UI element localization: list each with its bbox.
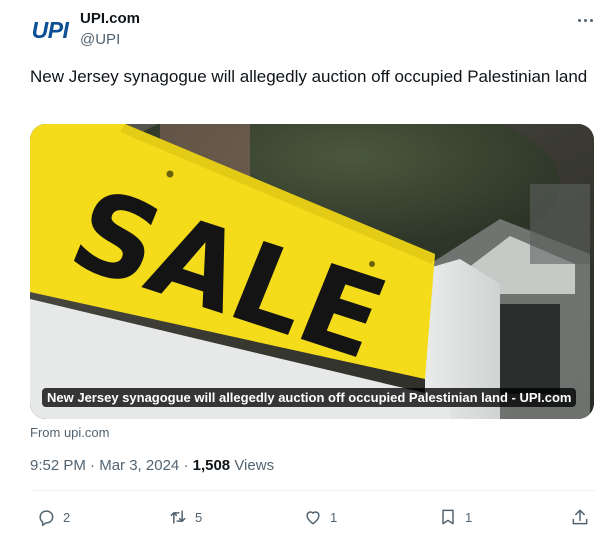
retweet-count: 5 [195, 509, 203, 525]
like-button[interactable]: 1 [303, 507, 337, 527]
user-handle[interactable]: @UPI [80, 31, 120, 48]
like-count: 1 [330, 509, 338, 525]
meta-separator: · [183, 457, 189, 474]
display-name[interactable]: UPI.com [80, 10, 140, 27]
retweet-icon [170, 510, 186, 524]
like-icon [306, 511, 320, 525]
reply-button[interactable]: 2 [36, 507, 70, 527]
card-image: SALE [30, 124, 594, 419]
share-icon [572, 509, 588, 525]
bookmark-icon [442, 509, 454, 525]
bookmark-count: 1 [465, 509, 473, 525]
link-card[interactable]: SALE New Jersey synagogue will allegedly… [30, 124, 594, 419]
tweet-meta: 9:52 PM · Mar 3, 2024 · 1,508 Views [30, 457, 274, 474]
meta-separator: · [90, 457, 96, 474]
divider [30, 490, 596, 491]
tweet-date[interactable]: Mar 3, 2024 [99, 457, 179, 474]
card-caption: New Jersey synagogue will allegedly auct… [42, 388, 577, 407]
tweet-text: New Jersey synagogue will allegedly auct… [30, 67, 588, 86]
avatar[interactable]: UPI [30, 10, 70, 50]
tweet: UPI UPI.com @UPI New Jersey synagogue wi… [0, 0, 609, 538]
tweet-time[interactable]: 9:52 PM [30, 457, 86, 474]
views-count: 1,508 [192, 457, 231, 474]
card-source[interactable]: From upi.com [30, 425, 109, 440]
bookmark-button[interactable]: 1 [438, 507, 472, 527]
views-label: Views [234, 457, 275, 474]
share-button[interactable] [570, 507, 590, 527]
more-options-icon[interactable] [573, 12, 597, 28]
retweet-button[interactable]: 5 [168, 507, 202, 527]
reply-icon [39, 510, 54, 527]
avatar-logo-text: UPI [31, 16, 69, 43]
reply-count: 2 [63, 509, 71, 525]
